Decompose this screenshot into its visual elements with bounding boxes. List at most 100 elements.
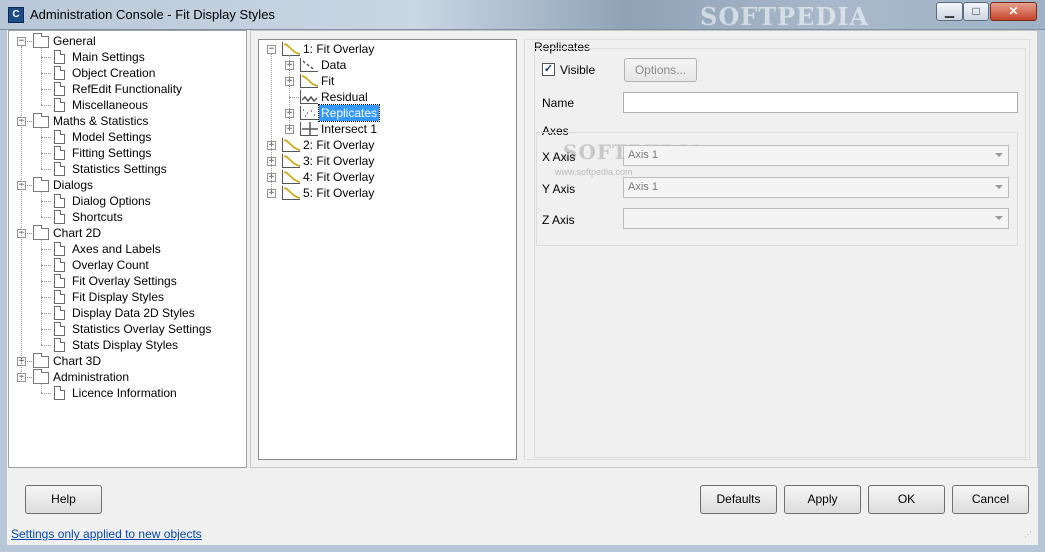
tree-group-general[interactable]: − General (9, 33, 246, 49)
visible-label: Visible (560, 63, 596, 77)
tree-item-miscellaneous[interactable]: Miscellaneous (9, 97, 246, 113)
apply-button[interactable]: Apply (784, 485, 861, 514)
document-icon (54, 130, 65, 144)
x-axis-select[interactable]: Axis 1 (623, 145, 1009, 166)
settings-tree[interactable]: − General Main Settings Object Creation RefE… (8, 30, 247, 468)
tree-group-maths-statistics[interactable]: − Maths & Statistics (9, 113, 246, 129)
tree-item-licence-information[interactable]: Licence Information (9, 385, 246, 401)
tree-connector (41, 297, 51, 298)
overlay-5-fit-overlay[interactable]: +5: Fit Overlay (259, 185, 514, 201)
overlay-child-fit[interactable]: + Fit (259, 73, 514, 89)
properties-panel: Replicates ✓ Visible Options... Name Axe… (524, 39, 1030, 460)
defaults-button[interactable]: Defaults (700, 485, 777, 514)
tree-item-label: RefEdit Functionality (72, 82, 183, 96)
tree-connector (41, 48, 42, 105)
tree-item-stats-display-styles[interactable]: Stats Display Styles (9, 337, 246, 353)
overlay-child-data[interactable]: + Data (259, 57, 514, 73)
tree-group-chart-3d[interactable]: + Chart 3D (9, 353, 246, 369)
tree-group-dialogs[interactable]: − Dialogs (9, 177, 246, 193)
tree-item-fitting-settings[interactable]: Fitting Settings (9, 145, 246, 161)
help-button[interactable]: Help (25, 485, 102, 514)
overlay-2-fit-overlay[interactable]: +2: Fit Overlay (259, 137, 514, 153)
x-axis-value: Axis 1 (628, 149, 658, 161)
overlay-3-fit-overlay[interactable]: +3: Fit Overlay (259, 153, 514, 169)
name-input[interactable] (623, 92, 1018, 113)
chevron-down-icon (995, 153, 1003, 157)
fit-overlay-icon (282, 170, 301, 184)
minimize-button[interactable]: ▁ (936, 2, 963, 21)
overlay-child-label: Replicates (317, 104, 381, 122)
tree-item-model-settings[interactable]: Model Settings (9, 129, 246, 145)
overlay-child-label: Data (321, 58, 347, 72)
visible-checkbox[interactable]: ✓ (542, 63, 555, 76)
tree-connector (41, 57, 51, 58)
overlay-child-intersect-1[interactable]: + Intersect 1 (259, 121, 514, 137)
tree-connector (41, 265, 51, 266)
chevron-down-icon (995, 185, 1003, 189)
folder-icon (33, 353, 49, 368)
tree-item-refedit-functionality[interactable]: RefEdit Functionality (9, 81, 246, 97)
tree-item-object-creation[interactable]: Object Creation (9, 65, 246, 81)
tree-connector (41, 313, 51, 314)
tree-item-fit-display-styles[interactable]: Fit Display Styles (9, 289, 246, 305)
collapse-icon[interactable]: − (17, 37, 26, 46)
overlay-label: 2: Fit Overlay (303, 138, 375, 152)
overlay-4-fit-overlay[interactable]: +4: Fit Overlay (259, 169, 514, 185)
overlay-child-replicates[interactable]: + Replicates (259, 104, 514, 122)
tree-group-administration[interactable]: − Administration (9, 369, 246, 385)
document-icon (54, 242, 65, 256)
overlay-tree[interactable]: − 1: Fit Overlay + Data + Fit Residual + Replica… (258, 39, 517, 460)
overlay-root[interactable]: − 1: Fit Overlay (259, 41, 514, 57)
check-icon: ✓ (543, 63, 554, 75)
close-icon: ✕ (1008, 4, 1019, 18)
maximize-button[interactable]: □ (963, 2, 989, 21)
options-button[interactable]: Options... (624, 58, 697, 82)
tree-item-label: Object Creation (72, 66, 156, 80)
folder-icon (33, 369, 49, 384)
fit-overlay-icon (282, 138, 301, 152)
document-icon (54, 98, 65, 112)
tree-item-label: Model Settings (72, 130, 152, 144)
tree-connector (41, 128, 42, 169)
overlay-child-label: Fit (321, 74, 335, 88)
tree-connector (41, 153, 51, 154)
tree-group-chart-2d[interactable]: − Chart 2D (9, 225, 246, 241)
tree-item-fit-overlay-settings[interactable]: Fit Overlay Settings (9, 273, 246, 289)
ok-button[interactable]: OK (868, 485, 945, 514)
tree-item-statistics-settings[interactable]: Statistics Settings (9, 161, 246, 177)
folder-icon (33, 33, 49, 48)
z-axis-select[interactable] (623, 208, 1009, 229)
tree-item-label: Stats Display Styles (72, 338, 179, 352)
tree-item-label: Display Data 2D Styles (72, 306, 195, 320)
tree-item-overlay-count[interactable]: Overlay Count (9, 257, 246, 273)
overlay-child-residual[interactable]: Residual (259, 89, 514, 105)
tree-item-label: Shortcuts (72, 210, 123, 224)
tree-item-dialog-options[interactable]: Dialog Options (9, 193, 246, 209)
tree-item-display-data-2d-styles[interactable]: Display Data 2D Styles (9, 305, 246, 321)
collapse-icon[interactable]: − (267, 45, 276, 54)
close-button[interactable]: ✕ (990, 2, 1037, 21)
tree-item-axes-and-labels[interactable]: Axes and Labels (9, 241, 246, 257)
resize-grip-icon[interactable]: ⋰ (1024, 530, 1034, 540)
tree-connector (41, 240, 42, 345)
title-bar[interactable]: C Administration Console - Fit Display S… (0, 0, 1045, 31)
chevron-down-icon (995, 216, 1003, 220)
document-icon (54, 290, 65, 304)
data-icon (300, 58, 318, 72)
tree-item-shortcuts[interactable]: Shortcuts (9, 209, 246, 225)
fit-overlay-icon (300, 74, 319, 88)
settings-note-link[interactable]: Settings only applied to new objects (11, 527, 202, 541)
tree-connector (41, 137, 51, 138)
window-frame: − General Main Settings Object Creation RefE… (0, 30, 1045, 552)
tree-connector (27, 233, 32, 234)
tree-item-statistics-overlay-settings[interactable]: Statistics Overlay Settings (9, 321, 246, 337)
tree-item-label: Fit Display Styles (72, 290, 165, 304)
y-axis-select[interactable]: Axis 1 (623, 177, 1009, 198)
tree-item-label: Statistics Settings (72, 162, 167, 176)
y-axis-value: Axis 1 (628, 181, 658, 193)
app-icon: C (8, 7, 24, 23)
tree-item-main-settings[interactable]: Main Settings (9, 49, 246, 65)
cancel-button[interactable]: Cancel (952, 485, 1029, 514)
document-icon (54, 162, 65, 176)
tree-group-label: General (53, 34, 96, 48)
